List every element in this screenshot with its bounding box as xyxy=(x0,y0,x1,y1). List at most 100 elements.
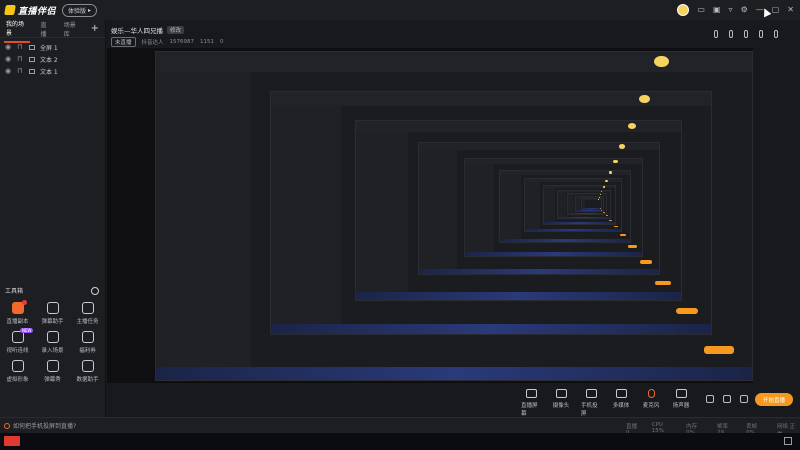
record-icon[interactable] xyxy=(706,395,714,403)
settings-icon[interactable]: ⚙ xyxy=(741,5,748,15)
skin-icon[interactable]: ▿ xyxy=(729,5,733,15)
tool-label: 主播任务 xyxy=(76,319,99,325)
lock-icon[interactable]: ⊓ xyxy=(17,68,24,75)
nested-fav xyxy=(602,186,605,188)
tool-label: 数据助手 xyxy=(76,377,99,383)
toolbox-title: 工具箱 xyxy=(5,288,24,295)
close-icon[interactable]: ✕ xyxy=(787,5,794,15)
bottom-tool-button[interactable]: 直播屏幕 xyxy=(521,389,541,417)
avatar[interactable] xyxy=(677,4,690,16)
notification-dot xyxy=(22,300,27,305)
title-bar: 直播伴侣 体验版 ▸ ▭ ▣ ▿ ⚙ — ▢ ✕ xyxy=(0,0,800,20)
taskbar-app-icon[interactable] xyxy=(4,436,20,446)
nested-fleft xyxy=(499,174,521,239)
nested-fbottom xyxy=(418,269,659,275)
message-icon[interactable]: ▭ xyxy=(697,5,705,15)
settings-icon[interactable] xyxy=(740,395,748,403)
add-scene-button[interactable]: + xyxy=(91,23,99,34)
nested-fbottom xyxy=(568,213,606,215)
bottom-tool-label: 摄像头 xyxy=(552,403,570,409)
taskbar xyxy=(0,433,800,450)
window-controls: ▭ ▣ ▿ ⚙ — ▢ ✕ xyxy=(677,4,794,16)
help-tip-text: 如何把手机投屏到直播? xyxy=(13,423,77,430)
source-item[interactable]: ◉ ⊓ 文本 1 xyxy=(0,65,105,77)
layout-icon[interactable] xyxy=(723,395,731,403)
maximize-icon[interactable]: ▢ xyxy=(772,5,780,15)
nested-fleft xyxy=(525,182,541,230)
nested-fbottom xyxy=(543,222,615,224)
nested-fbottom xyxy=(525,229,622,232)
notification-icon[interactable] xyxy=(784,437,792,445)
source-type-icon xyxy=(29,68,35,74)
nested-fbtn xyxy=(628,245,638,248)
tab-my-scenes[interactable]: 我的场景 xyxy=(4,15,31,43)
tool-item[interactable]: 虚拟形象 xyxy=(0,360,35,383)
tool-item[interactable]: 主播任务 xyxy=(70,302,105,325)
shop-icon[interactable] xyxy=(744,30,748,38)
tool-item[interactable]: 弹幕秀 xyxy=(35,360,70,383)
tab-scene-library[interactable]: 场景库 xyxy=(62,16,83,42)
preview-canvas[interactable] xyxy=(107,48,753,383)
source-buttons: 直播屏幕 摄像头 手机投屏 多媒体 麦克风 扬声器 xyxy=(521,389,691,417)
fans-count: 1151 xyxy=(200,39,215,45)
clock-icon[interactable] xyxy=(91,286,99,295)
eye-icon[interactable]: ◉ xyxy=(5,56,12,63)
lock-icon[interactable]: ⊓ xyxy=(17,44,24,51)
nested-fbottom xyxy=(557,217,610,219)
tool-label: 录入场景 xyxy=(41,348,64,354)
source-item[interactable]: ◉ ⊓ 文本 2 xyxy=(0,53,105,65)
nested-fleft xyxy=(543,188,556,223)
tool-item[interactable]: 数据助手 xyxy=(70,360,105,383)
bottom-tool-label: 直播屏幕 xyxy=(521,403,538,417)
edit-title-button[interactable]: 修改 xyxy=(167,26,185,34)
tool-item[interactable]: 录入场景 xyxy=(35,331,70,354)
tool-item[interactable]: 福利券 xyxy=(70,331,105,354)
bottom-tool-button[interactable]: 手机投屏 xyxy=(581,389,601,417)
coupon-icon xyxy=(81,331,94,343)
bottom-tool-label: 麦克风 xyxy=(642,403,660,409)
nested-fbottom xyxy=(465,251,643,256)
avatar-icon xyxy=(11,360,24,372)
bottom-tool-button[interactable]: 扬声器 xyxy=(671,389,691,417)
source-item[interactable]: ◉ ⊓ 全屏 1 xyxy=(0,41,105,53)
lock-icon[interactable]: ⊓ xyxy=(17,56,24,63)
lock-icon[interactable] xyxy=(729,30,733,38)
eye-icon[interactable]: ◉ xyxy=(5,68,12,75)
left-panel: 我的场景 直播 场景库 + ◉ ⊓ 全屏 1 ◉ ⊓ 文本 2 ◉ ⊓ 文本 1… xyxy=(0,20,106,433)
nested-fbtn xyxy=(605,215,609,217)
nested-fbtn xyxy=(619,234,627,237)
nested-fleft xyxy=(557,192,567,218)
bottom-right-tools xyxy=(706,395,748,403)
nested-fbtn xyxy=(639,260,652,264)
layout-icon[interactable]: ▣ xyxy=(713,5,721,15)
go-live-label: 开始直播 xyxy=(762,397,785,404)
nested-fav xyxy=(638,94,650,103)
tool-label: 虚拟形象 xyxy=(6,377,29,383)
nested-fav xyxy=(619,144,626,149)
gift-icon[interactable] xyxy=(714,30,718,38)
tool-item[interactable]: 直播副本 xyxy=(0,300,35,325)
help-tip[interactable]: 如何把手机投屏到直播? xyxy=(4,421,76,430)
bottom-tool-button[interactable]: 麦克风 xyxy=(641,389,661,417)
tool-item[interactable]: NEW 视听连线 xyxy=(0,328,35,354)
tool-label: 福利券 xyxy=(79,348,96,354)
tool-item[interactable]: 弹幕助手 xyxy=(35,302,70,325)
room-name: 抖音达人 xyxy=(141,40,164,46)
tab-live[interactable]: 直播 xyxy=(38,16,53,42)
data-icon xyxy=(81,360,94,372)
phone-cast-icon xyxy=(585,389,597,398)
source-label: 全屏 1 xyxy=(40,44,58,52)
share-icon[interactable] xyxy=(774,30,778,38)
eye-icon[interactable]: ◉ xyxy=(5,44,12,51)
version-label: 体验版 xyxy=(68,7,87,15)
danmu-icon xyxy=(46,302,59,314)
bell-icon[interactable] xyxy=(759,30,763,38)
toolbox-grid: 直播副本 弹幕助手 主播任务 NEW 视听连线 录入场景 福利券虚拟形象 弹幕秀 数据助手 xyxy=(0,300,106,383)
go-live-button[interactable]: 开始直播 xyxy=(755,393,793,406)
status-bar: 如何把手机投屏到直播? 直播 0CPU 15%内存 0%帧率 29丢帧 0%网络… xyxy=(0,417,800,438)
bottom-tool-button[interactable]: 摄像头 xyxy=(551,389,571,417)
bottom-tool-button[interactable]: 多媒体 xyxy=(611,389,631,417)
nested-fleft xyxy=(270,106,342,325)
new-badge: NEW xyxy=(20,328,34,333)
preview-tools xyxy=(714,30,778,38)
